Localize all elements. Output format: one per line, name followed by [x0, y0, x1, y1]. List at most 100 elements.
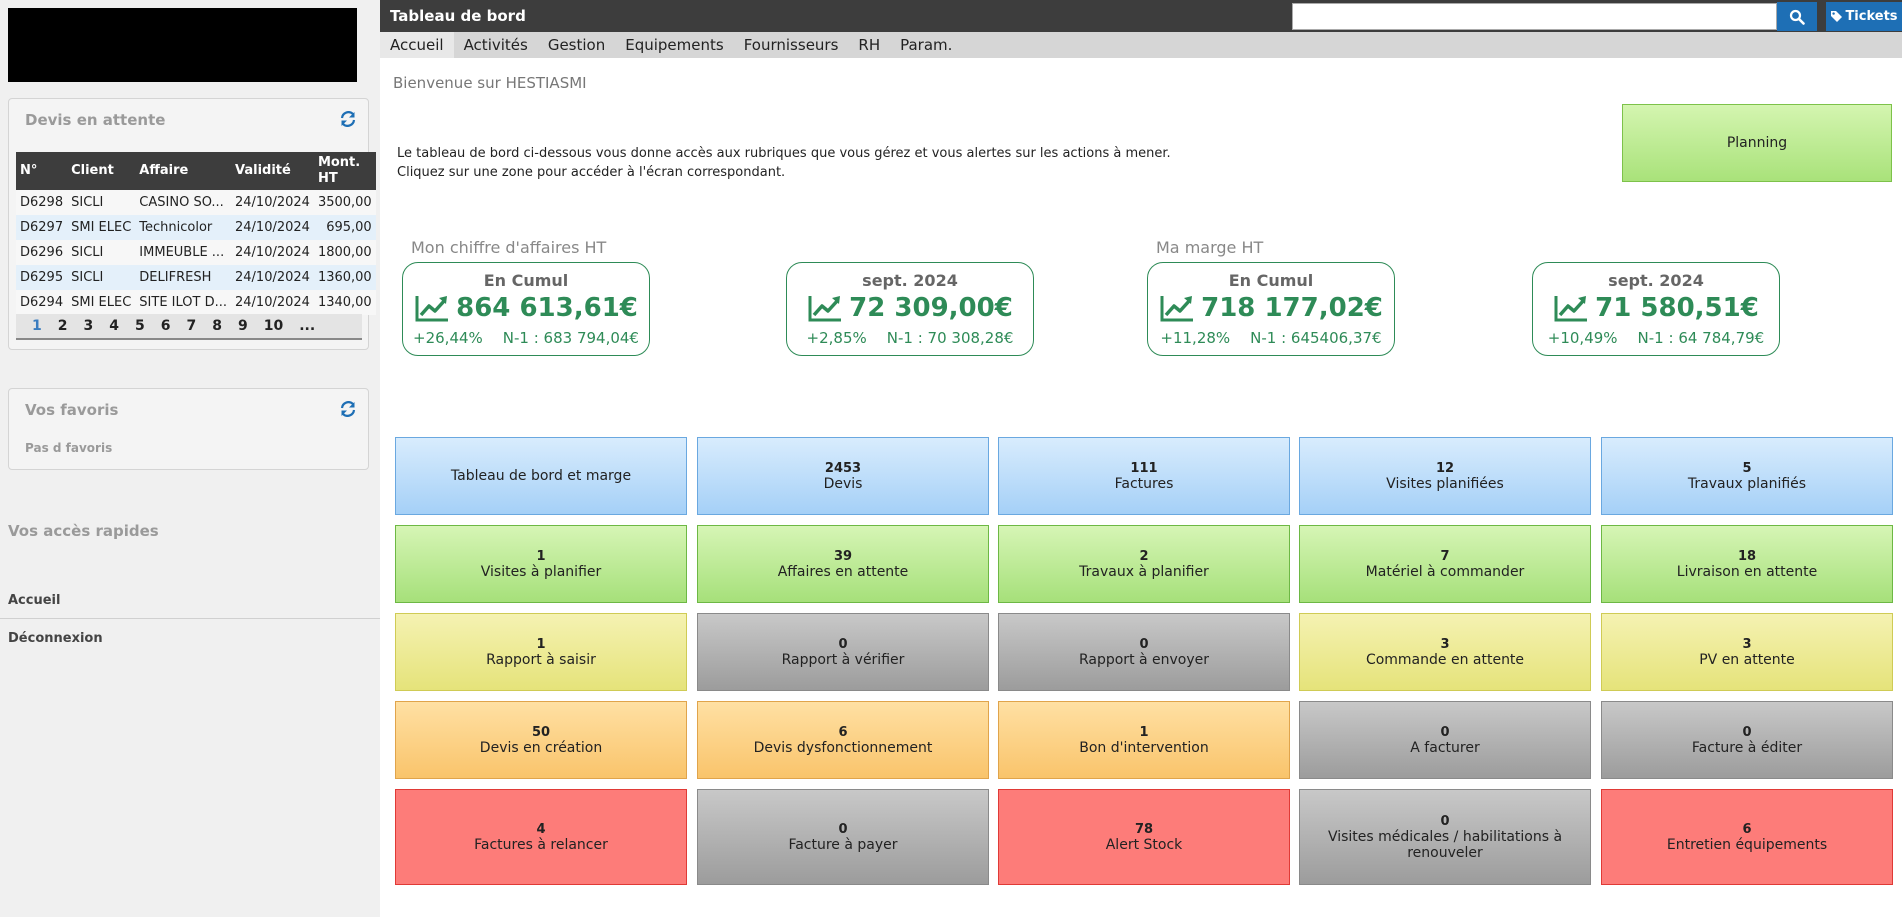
tickets-label: Tickets: [1845, 9, 1898, 24]
kpi-box[interactable]: sept. 2024 71 580,51€ +10,49% N-1 : 64 784,…: [1532, 262, 1780, 356]
dashboard-tile[interactable]: 7 Matériel à commander: [1299, 525, 1591, 603]
tile-count: 0: [1742, 724, 1752, 740]
dashboard-tile[interactable]: 18 Livraison en attente: [1601, 525, 1893, 603]
devis-cell: D6294: [16, 290, 68, 315]
menu-rh[interactable]: RH: [848, 32, 890, 58]
sidebar: Devis en attente N° Client Affaire Validité…: [0, 0, 380, 917]
dashboard-tile[interactable]: 0 Visites médicales / habilitations à ren…: [1299, 789, 1591, 885]
devis-cell: D6298: [16, 190, 68, 215]
search-button[interactable]: [1777, 2, 1817, 31]
pager-page-2[interactable]: 2: [58, 318, 68, 334]
kpi-box[interactable]: En Cumul 718 177,02€ +11,28% N-1 : 645406,3…: [1147, 262, 1395, 356]
dashboard-tile[interactable]: 12 Visites planifiées: [1299, 437, 1591, 515]
dashboard-tile[interactable]: 1 Visites à planifier: [395, 525, 687, 603]
menu-gestion[interactable]: Gestion: [538, 32, 615, 58]
menu-equipements[interactable]: Equipements: [615, 32, 733, 58]
devis-cell: D6296: [16, 240, 68, 265]
devis-row[interactable]: D6295 SICLI DELIFRESH 24/10/2024 1360,00: [16, 265, 376, 290]
pager-page-5[interactable]: 5: [135, 318, 145, 334]
menu-param[interactable]: Param.: [890, 32, 962, 58]
dashboard-tile[interactable]: 1 Rapport à saisir: [395, 613, 687, 691]
kpi-change: +10,49%: [1547, 329, 1618, 347]
tile-label: PV en attente: [1699, 651, 1795, 668]
revenue-label: Mon chiffre d'affaires HT: [411, 238, 607, 257]
dashboard-tile[interactable]: 2453 Devis: [697, 437, 989, 515]
devis-cell: 24/10/2024: [231, 290, 314, 315]
pager-page-9[interactable]: 9: [238, 318, 248, 334]
tile-label: Facture à éditer: [1691, 739, 1803, 756]
dashboard-tile[interactable]: 0 Rapport à vérifier: [697, 613, 989, 691]
tile-label: Facture à payer: [788, 836, 898, 853]
refresh-icon[interactable]: [340, 401, 356, 417]
dashboard-tile[interactable]: 78 Alert Stock: [998, 789, 1290, 885]
welcome-text: Bienvenue sur HESTIASMI: [393, 74, 587, 92]
kpi-previous: N-1 : 70 308,28€: [886, 329, 1014, 347]
devis-column-header[interactable]: Client: [67, 152, 136, 190]
intro-text: Le tableau de bord ci-dessous vous donne…: [397, 146, 1171, 180]
dashboard-tile[interactable]: 3 PV en attente: [1601, 613, 1893, 691]
dashboard-tile[interactable]: 5 Travaux planifiés: [1601, 437, 1893, 515]
dashboard-tile[interactable]: 1 Bon d'intervention: [998, 701, 1290, 779]
pager-page-10[interactable]: 10: [264, 318, 283, 334]
sidebar-link-deconnexion[interactable]: Déconnexion: [0, 620, 380, 657]
pager-page-11[interactable]: ...: [299, 318, 315, 334]
menu-activites[interactable]: Activités: [454, 32, 538, 58]
tile-label: Travaux à planifier: [1079, 563, 1209, 580]
dashboard-tile[interactable]: 0 Facture à payer: [697, 789, 989, 885]
dashboard-tile[interactable]: 50 Devis en création: [395, 701, 687, 779]
menu-fournisseurs[interactable]: Fournisseurs: [734, 32, 849, 58]
devis-column-header[interactable]: Affaire: [135, 152, 231, 190]
pager-page-1[interactable]: 1: [32, 318, 42, 334]
dashboard-tile[interactable]: 0A facturer: [1299, 701, 1591, 779]
dashboard-tile[interactable]: 0 Rapport à envoyer: [998, 613, 1290, 691]
tickets-button[interactable]: Tickets: [1826, 2, 1902, 31]
pager-page-3[interactable]: 3: [84, 318, 94, 334]
devis-cell: 1800,00: [313, 240, 376, 265]
kpi-period: En Cumul: [483, 271, 569, 290]
kpi-value: 864 613,61€: [456, 293, 638, 323]
sidebar-link-accueil[interactable]: Accueil: [0, 582, 380, 619]
pager-page-4[interactable]: 4: [109, 318, 119, 334]
tag-icon: [1831, 11, 1843, 22]
search-input[interactable]: [1292, 3, 1777, 30]
dashboard-tile[interactable]: 39 Affaires en attente: [697, 525, 989, 603]
devis-cell: 695,00: [313, 215, 376, 240]
dashboard-tile[interactable]: 4 Factures à relancer: [395, 789, 687, 885]
devis-cell: 1340,00: [313, 290, 376, 315]
devis-cell: Technicolor: [135, 215, 231, 240]
devis-row[interactable]: D6294 SMI ELEC SITE ILOT D... 24/10/2024 134…: [16, 290, 376, 315]
tile-count: 6: [838, 724, 848, 740]
devis-column-header[interactable]: Mont. HT: [313, 152, 376, 190]
dashboard-tile[interactable]: 111 Factures: [998, 437, 1290, 515]
dashboard-tile[interactable]: 3 Commande en attente: [1299, 613, 1591, 691]
tile-count: 111: [1130, 460, 1158, 476]
menu-accueil[interactable]: Accueil: [380, 32, 454, 58]
favoris-empty-text: Pas d favoris: [25, 441, 113, 455]
tile-label: Rapport à envoyer: [1078, 651, 1210, 668]
logo: [8, 8, 357, 82]
devis-row[interactable]: D6297 SMI ELEC Technicolor 24/10/2024 695,00: [16, 215, 376, 240]
pager-page-8[interactable]: 8: [212, 318, 222, 334]
tile-label: Commande en attente: [1365, 651, 1525, 668]
dashboard-tile[interactable]: 6 Entretien équipements: [1601, 789, 1893, 885]
devis-column-header[interactable]: Validité: [231, 152, 314, 190]
devis-cell: IMMEUBLE ...: [135, 240, 231, 265]
pager-page-7[interactable]: 7: [187, 318, 197, 334]
tile-label: Devis: [823, 475, 863, 492]
dashboard-tile[interactable]: 2 Travaux à planifier: [998, 525, 1290, 603]
pager-page-6[interactable]: 6: [161, 318, 171, 334]
dashboard-tile[interactable]: Tableau de bord et marge: [395, 437, 687, 515]
devis-row[interactable]: D6296 SICLI IMMEUBLE ... 24/10/2024 1800,00: [16, 240, 376, 265]
kpi-box[interactable]: En Cumul 864 613,61€ +26,44% N-1 : 683 794,…: [402, 262, 650, 356]
tile-label: Affaires en attente: [777, 563, 909, 580]
tile-label: Devis en création: [479, 739, 603, 756]
devis-row[interactable]: D6298 SICLI CASINO SO... 24/10/2024 3500,00: [16, 190, 376, 215]
kpi-box[interactable]: sept. 2024 72 309,00€ +2,85% N-1 : 70 308,2…: [786, 262, 1034, 356]
tile-count: 5: [1742, 460, 1752, 476]
refresh-icon[interactable]: [340, 111, 356, 127]
devis-column-header[interactable]: N°: [16, 152, 68, 190]
tile-count: 18: [1737, 548, 1757, 564]
planning-button[interactable]: Planning: [1622, 104, 1892, 182]
dashboard-tile[interactable]: 0 Facture à éditer: [1601, 701, 1893, 779]
dashboard-tile[interactable]: 6 Devis dysfonctionnement: [697, 701, 989, 779]
